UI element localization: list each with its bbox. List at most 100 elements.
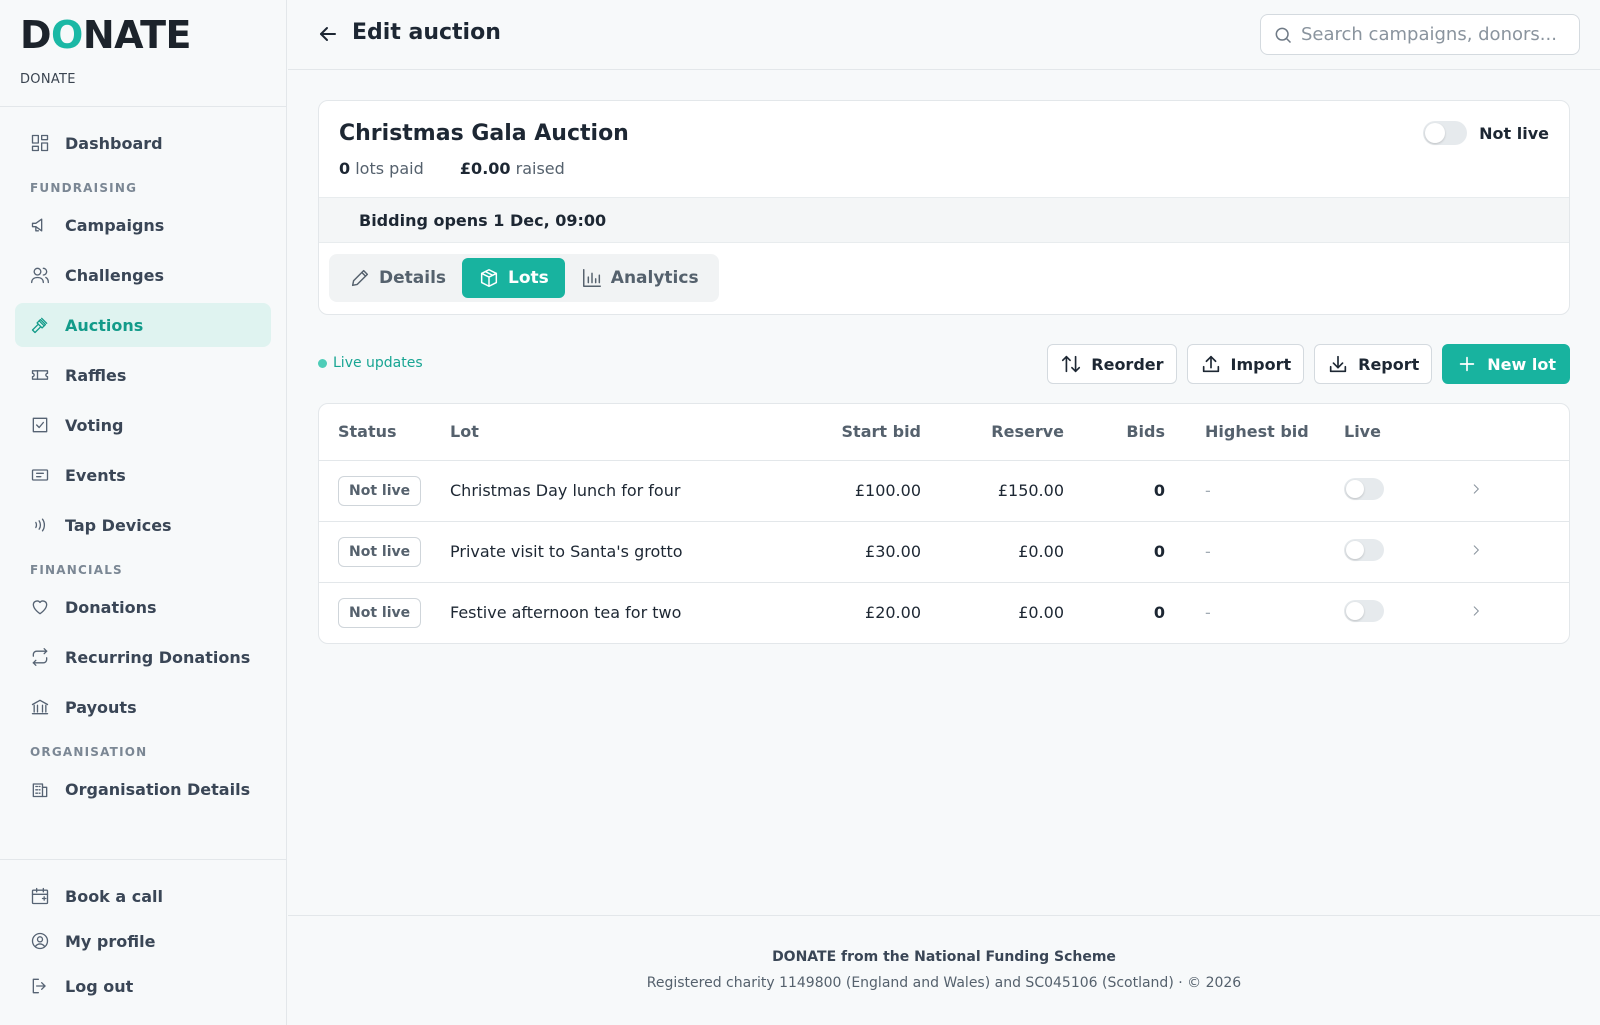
sidebar-item-label: Dashboard — [65, 133, 163, 153]
sidebar-item-log-out[interactable]: Log out — [15, 966, 271, 1006]
sidebar-item-donations[interactable]: Donations — [15, 585, 271, 629]
user-circle-icon — [30, 931, 50, 951]
lots-paid-label: lots paid — [355, 159, 424, 178]
lot-live-toggle[interactable] — [1344, 477, 1384, 500]
lots-actions: Reorder Import Report New lot — [1037, 344, 1570, 384]
pencil-icon — [351, 269, 369, 287]
search-box[interactable] — [1260, 14, 1580, 55]
col-lot: Lot — [450, 404, 830, 461]
tab-analytics[interactable]: Analytics — [565, 258, 715, 298]
download-icon — [1329, 355, 1347, 373]
sidebar-bottom: Book a call My profile Log out — [0, 859, 286, 1011]
report-button[interactable]: Report — [1314, 344, 1433, 384]
sidebar: DONATE DONATE Dashboard FUNDRAISING Camp… — [0, 0, 287, 1025]
live-updates-indicator: Live updates — [318, 355, 423, 371]
highest-bid: - — [1165, 521, 1344, 583]
lot-live-toggle[interactable] — [1344, 538, 1384, 561]
sidebar-item-tap-devices[interactable]: Tap Devices — [15, 503, 271, 547]
logo-text-end: NATE — [82, 13, 192, 57]
sidebar-item-my-profile[interactable]: My profile — [15, 921, 271, 961]
megaphone-icon — [30, 215, 50, 235]
sidebar-item-label: Donations — [65, 597, 157, 617]
sidebar-item-voting[interactable]: Voting — [15, 403, 271, 447]
footer-title: DONATE from the National Funding Scheme — [772, 949, 1116, 965]
search-input[interactable] — [1301, 24, 1571, 45]
table-row[interactable]: Not live Christmas Day lunch for four £1… — [319, 460, 1569, 522]
raised-label: raised — [515, 159, 565, 178]
status-badge: Not live — [338, 536, 422, 567]
auction-tabs: Details Lots Analytics — [329, 254, 719, 302]
dashboard-icon — [30, 133, 50, 153]
new-lot-button[interactable]: New lot — [1442, 344, 1570, 384]
reorder-label: Reorder — [1091, 354, 1164, 374]
bids-count: 0 — [1064, 521, 1165, 583]
sidebar-item-challenges[interactable]: Challenges — [15, 253, 271, 297]
back-button[interactable] — [316, 22, 340, 46]
top-header: Edit auction — [288, 0, 1600, 70]
col-status: Status — [319, 404, 450, 461]
sidebar-item-label: Log out — [65, 976, 134, 996]
bar-chart-icon — [582, 269, 601, 287]
ticket-icon — [30, 365, 50, 385]
col-live: Live — [1344, 404, 1469, 461]
sidebar-item-book-call[interactable]: Book a call — [15, 876, 271, 916]
start-bid: £30.00 — [830, 521, 921, 583]
footer-registration: Registered charity 1149800 (England and … — [646, 975, 1242, 991]
sidebar-item-payouts[interactable]: Payouts — [15, 685, 271, 729]
logout-icon — [30, 976, 50, 996]
tab-lots[interactable]: Lots — [462, 258, 565, 298]
auction-live-toggle[interactable] — [1423, 121, 1468, 145]
section-label-financials: FINANCIALS — [30, 563, 123, 577]
import-button[interactable]: Import — [1186, 344, 1305, 384]
highest-bid: - — [1165, 460, 1344, 522]
chevron-right-icon — [1473, 484, 1479, 494]
section-label-organisation: ORGANISATION — [30, 745, 148, 759]
calendar-icon — [30, 886, 50, 906]
reserve: £0.00 — [1018, 603, 1064, 623]
report-label: Report — [1358, 354, 1420, 374]
sidebar-item-raffles[interactable]: Raffles — [15, 353, 271, 397]
row-open[interactable] — [1469, 460, 1569, 522]
sidebar-item-label: Payouts — [65, 697, 137, 717]
search-icon — [1275, 27, 1292, 43]
col-actions — [1469, 404, 1569, 461]
ballot-box-icon — [30, 415, 50, 435]
start-bid: £100.00 — [830, 460, 921, 522]
repeat-icon — [30, 647, 50, 667]
sidebar-item-label: Campaigns — [65, 215, 165, 235]
raised-value: £0.00 — [459, 159, 511, 178]
new-lot-label: New lot — [1487, 354, 1556, 374]
upload-icon — [1202, 355, 1219, 373]
table-header-row: Status Lot Start bid Reserve Bids Highes… — [319, 404, 1569, 461]
sidebar-item-label: Raffles — [65, 365, 127, 385]
chevron-right-icon — [1473, 606, 1479, 616]
lots-table-card: Status Lot Start bid Reserve Bids Highes… — [318, 403, 1570, 644]
auction-live-control: Not live — [1423, 121, 1549, 145]
footer: DONATE from the National Funding Scheme … — [288, 915, 1600, 1025]
highest-bid: - — [1205, 603, 1211, 623]
package-icon — [480, 269, 498, 287]
row-open[interactable] — [1469, 582, 1569, 643]
reorder-button[interactable]: Reorder — [1047, 344, 1177, 384]
lots-toolbar: Live updates Reorder Import Report New l… — [318, 315, 1570, 395]
plus-icon — [1460, 356, 1475, 372]
sidebar-item-label: Tap Devices — [65, 515, 172, 535]
sidebar-item-campaigns[interactable]: Campaigns — [15, 203, 271, 247]
lot-name: Christmas Day lunch for four — [450, 460, 830, 522]
sidebar-item-events[interactable]: Events — [15, 453, 271, 497]
sidebar-item-auctions[interactable]: Auctions — [15, 303, 271, 347]
lot-live-toggle[interactable] — [1344, 599, 1384, 622]
status-cell: Not live — [319, 460, 450, 522]
tab-details[interactable]: Details — [333, 258, 462, 298]
sidebar-item-dashboard[interactable]: Dashboard — [15, 121, 271, 165]
status-cell: Not live — [319, 582, 450, 643]
row-open[interactable] — [1469, 521, 1569, 583]
chevron-right-icon — [1473, 545, 1479, 555]
main-nav: Dashboard FUNDRAISING Campaigns Challeng… — [0, 107, 286, 811]
sidebar-item-organisation-details[interactable]: Organisation Details — [15, 767, 271, 811]
building-icon — [30, 779, 50, 799]
table-row[interactable]: Not live Private visit to Santa's grotto… — [319, 521, 1569, 583]
logo[interactable]: DONATE — [20, 16, 266, 54]
sidebar-item-recurring-donations[interactable]: Recurring Donations — [15, 635, 271, 679]
table-row[interactable]: Not live Festive afternoon tea for two £… — [319, 582, 1569, 643]
